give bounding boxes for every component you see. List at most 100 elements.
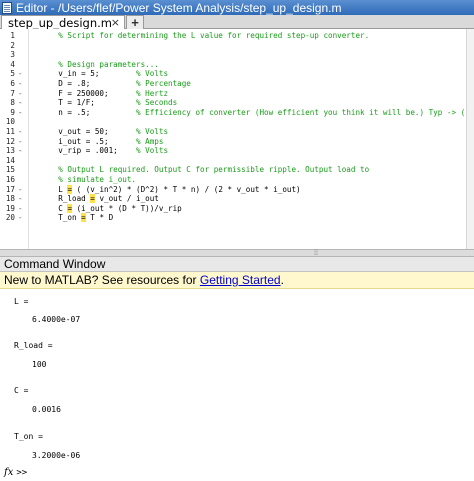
- breakpoint-marker[interactable]: -: [18, 213, 26, 223]
- breakpoint-marker[interactable]: -: [18, 69, 26, 79]
- line-number: 19: [5, 203, 15, 213]
- code-token: F = 250000;: [40, 88, 137, 98]
- code-line[interactable]: 3: [0, 50, 474, 60]
- code-line[interactable]: 8- T = 1/F; % Seconds: [0, 98, 474, 108]
- getting-started-link[interactable]: Getting Started: [200, 273, 281, 287]
- code-line[interactable]: 18- R_load = v_out / i_out: [0, 194, 474, 204]
- line-number: 18: [5, 194, 15, 204]
- code-token: i_out = .5;: [40, 136, 137, 146]
- code-line[interactable]: 5- v_in = 5; % Volts: [0, 69, 474, 79]
- line-text: v_out = 50; % Volts: [40, 127, 168, 137]
- line-text: v_rip = .001; % Volts: [40, 146, 168, 156]
- line-number: 9: [10, 107, 15, 117]
- breakpoint-marker[interactable]: -: [18, 108, 26, 118]
- code-token: C: [40, 203, 68, 213]
- code-comment: % Percentage: [136, 78, 191, 88]
- code-comment: % Script for determining the L value for…: [40, 31, 370, 40]
- code-comment: % simulate i_out.: [40, 174, 137, 184]
- code-token: ( (v_in^2) * (D^2) * T * n) / (2 * v_out…: [72, 184, 301, 194]
- line-number: 8: [10, 98, 15, 108]
- banner-text: New to MATLAB? See resources for: [4, 273, 200, 287]
- code-comment: % Volts: [136, 69, 169, 79]
- breakpoint-marker[interactable]: -: [18, 98, 26, 108]
- breakpoint-marker[interactable]: -: [18, 137, 26, 147]
- line-text: F = 250000; % Hertz: [40, 89, 168, 99]
- command-window-title: Command Window: [4, 257, 106, 271]
- code-line[interactable]: 2: [0, 41, 474, 51]
- tab-step-up-design[interactable]: step_up_design.m ×: [1, 15, 125, 30]
- code-lines[interactable]: 1 % Script for determining the L value f…: [0, 31, 474, 223]
- breakpoint-marker[interactable]: -: [18, 185, 26, 195]
- code-line[interactable]: 19- C = (i_out * (D * T))/v_rip: [0, 203, 474, 214]
- breakpoint-marker[interactable]: -: [18, 194, 26, 204]
- line-text: % Script for determining the L value for…: [40, 31, 369, 41]
- command-prompt[interactable]: fx >>: [4, 467, 27, 478]
- code-comment: % Output L required. Output C for permis…: [40, 165, 370, 175]
- breakpoint-marker[interactable]: -: [18, 89, 26, 99]
- command-window-output[interactable]: L = 6.4000e-07 R_load = 100 C = 0.0016 T…: [0, 289, 474, 481]
- function-browser-icon[interactable]: fx: [4, 467, 13, 478]
- code-token: T_on: [40, 213, 82, 223]
- code-line[interactable]: 13- v_rip = .001; % Volts: [0, 146, 474, 156]
- code-line[interactable]: 4 % Design parameters...: [0, 60, 474, 70]
- new-tab-button[interactable]: +: [126, 15, 144, 29]
- banner-end: .: [280, 273, 284, 287]
- breakpoint-marker[interactable]: -: [18, 146, 26, 156]
- line-text: C = (i_out * (D * T))/v_rip: [40, 203, 182, 214]
- code-comment: % Volts: [136, 146, 169, 156]
- code-line[interactable]: 10: [0, 117, 474, 127]
- splitter-grip-icon: ⁞⁞: [314, 250, 318, 257]
- code-comment: % Volts: [136, 126, 169, 136]
- code-line[interactable]: 17- L = ( (v_in^2) * (D^2) * T * n) / (2…: [0, 184, 474, 195]
- code-line[interactable]: 14: [0, 156, 474, 166]
- breakpoint-marker[interactable]: -: [18, 204, 26, 214]
- output-value-t-on: 3.2000e-06: [32, 451, 81, 460]
- code-comment: % Efficiency of converter (How efficient…: [136, 107, 474, 117]
- code-token: R_load: [40, 194, 91, 204]
- editor-scrollbar[interactable]: [466, 29, 474, 249]
- code-line[interactable]: 1 % Script for determining the L value f…: [0, 31, 474, 41]
- line-number: 15: [5, 165, 15, 175]
- command-window-header: Command Window: [0, 257, 474, 272]
- breakpoint-marker[interactable]: -: [18, 127, 26, 137]
- code-token: T * D: [85, 213, 114, 223]
- code-line[interactable]: 15 % Output L required. Output C for per…: [0, 165, 474, 175]
- editor-title-bar[interactable]: Editor - /Users/flef/Power System Analys…: [0, 0, 474, 15]
- code-token: v_out = 50;: [40, 126, 137, 136]
- code-token: n = .5;: [40, 107, 137, 117]
- tab-label: step_up_design.m: [8, 15, 112, 30]
- output-label-t-on: T_on =: [14, 432, 43, 441]
- line-number: 20: [5, 213, 15, 223]
- line-text: R_load = v_out / i_out: [40, 194, 159, 204]
- code-line[interactable]: 20- T_on = T * D: [0, 213, 474, 223]
- code-comment: % Design parameters...: [40, 59, 159, 69]
- line-text: % Output L required. Output C for permis…: [40, 165, 369, 175]
- prompt-symbol: >>: [16, 468, 28, 478]
- close-icon[interactable]: ×: [111, 16, 120, 29]
- output-value-c: 0.0016: [32, 405, 61, 414]
- code-line[interactable]: 7- F = 250000; % Hertz: [0, 89, 474, 99]
- code-comment: % Seconds: [136, 98, 178, 108]
- code-line[interactable]: 11- v_out = 50; % Volts: [0, 127, 474, 137]
- output-label-c: C =: [14, 386, 29, 395]
- line-number: 7: [10, 88, 15, 98]
- code-line[interactable]: 12- i_out = .5; % Amps: [0, 137, 474, 147]
- line-text: D = .8; % Percentage: [40, 79, 191, 89]
- line-number: 5: [10, 69, 15, 79]
- code-editor[interactable]: 1 % Script for determining the L value f…: [0, 29, 474, 249]
- line-text: T = 1/F; % Seconds: [40, 98, 177, 108]
- line-text: T_on = T * D: [40, 213, 113, 223]
- document-icon: [2, 1, 12, 14]
- line-number: 2: [10, 40, 15, 50]
- code-line[interactable]: 9- n = .5; % Efficiency of converter (Ho…: [0, 108, 474, 118]
- code-token: v_out / i_out: [94, 194, 159, 204]
- line-number: 14: [5, 155, 15, 165]
- pane-splitter[interactable]: ⁞⁞: [0, 249, 474, 257]
- line-number: 16: [5, 174, 15, 184]
- breakpoint-marker[interactable]: -: [18, 79, 26, 89]
- code-line[interactable]: 16 % simulate i_out.: [0, 175, 474, 185]
- line-number: 11: [5, 126, 15, 136]
- code-line[interactable]: 6- D = .8; % Percentage: [0, 79, 474, 89]
- output-label-l: L =: [14, 297, 29, 306]
- output-value-r-load: 100: [32, 360, 47, 369]
